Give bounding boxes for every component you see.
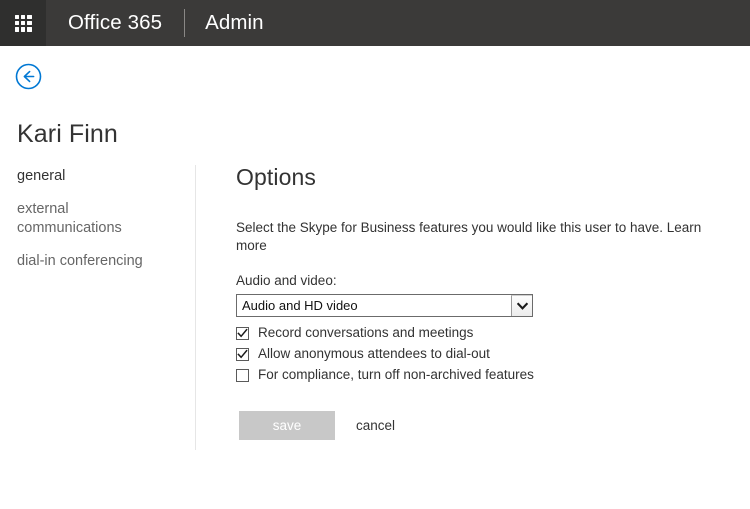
audio-video-select-value: Audio and HD video [242, 298, 358, 313]
sidebar-item-general[interactable]: general [17, 167, 147, 186]
audio-video-select[interactable]: Audio and HD video [236, 294, 533, 317]
checkbox-label-record-conversations: Record conversations and meetings [258, 325, 474, 340]
checkbox-record-conversations[interactable] [236, 326, 249, 340]
app-name-link[interactable]: Admin [185, 0, 284, 46]
cancel-button[interactable]: cancel [356, 418, 395, 433]
page-body: Kari Finn general external communication… [0, 46, 750, 509]
panel-description-text: Select the Skype for Business features y… [236, 220, 663, 235]
page-title: Kari Finn [17, 120, 118, 148]
left-navigation: general external communications dial-in … [17, 167, 177, 285]
app-launcher-waffle-icon [14, 14, 32, 32]
checkmark-icon [237, 328, 248, 337]
form-actions: save cancel [239, 411, 395, 440]
checkbox-anonymous-dial-out[interactable] [236, 347, 249, 361]
content-divider [195, 165, 196, 450]
checkmark-icon [237, 349, 248, 358]
audio-video-label: Audio and video: [236, 273, 337, 288]
sidebar-item-external-communications[interactable]: external communications [17, 200, 147, 238]
audio-video-select-arrow-button[interactable] [511, 295, 532, 316]
suite-bar: Office 365 Admin [0, 0, 750, 46]
app-launcher-button[interactable] [0, 0, 46, 46]
checkbox-label-anonymous-dial-out: Allow anonymous attendees to dial-out [258, 346, 490, 361]
panel-description: Select the Skype for Business features y… [236, 219, 716, 255]
suite-name-link[interactable]: Office 365 [46, 0, 184, 46]
checkbox-label-compliance-non-archived: For compliance, turn off non-archived fe… [258, 367, 534, 382]
back-arrow-circle-icon [15, 63, 42, 90]
checkbox-compliance-non-archived[interactable] [236, 368, 249, 382]
options-panel: Options Select the Skype for Business fe… [236, 164, 716, 388]
checkbox-row-record-conversations[interactable]: Record conversations and meetings [236, 325, 716, 341]
panel-title: Options [236, 164, 316, 190]
checkbox-row-compliance-non-archived[interactable]: For compliance, turn off non-archived fe… [236, 367, 716, 383]
sidebar-item-dial-in-conferencing[interactable]: dial-in conferencing [17, 252, 147, 271]
checkbox-row-anonymous-dial-out[interactable]: Allow anonymous attendees to dial-out [236, 346, 716, 362]
save-button[interactable]: save [239, 411, 335, 440]
chevron-down-icon [516, 302, 528, 310]
back-button[interactable] [15, 63, 42, 90]
